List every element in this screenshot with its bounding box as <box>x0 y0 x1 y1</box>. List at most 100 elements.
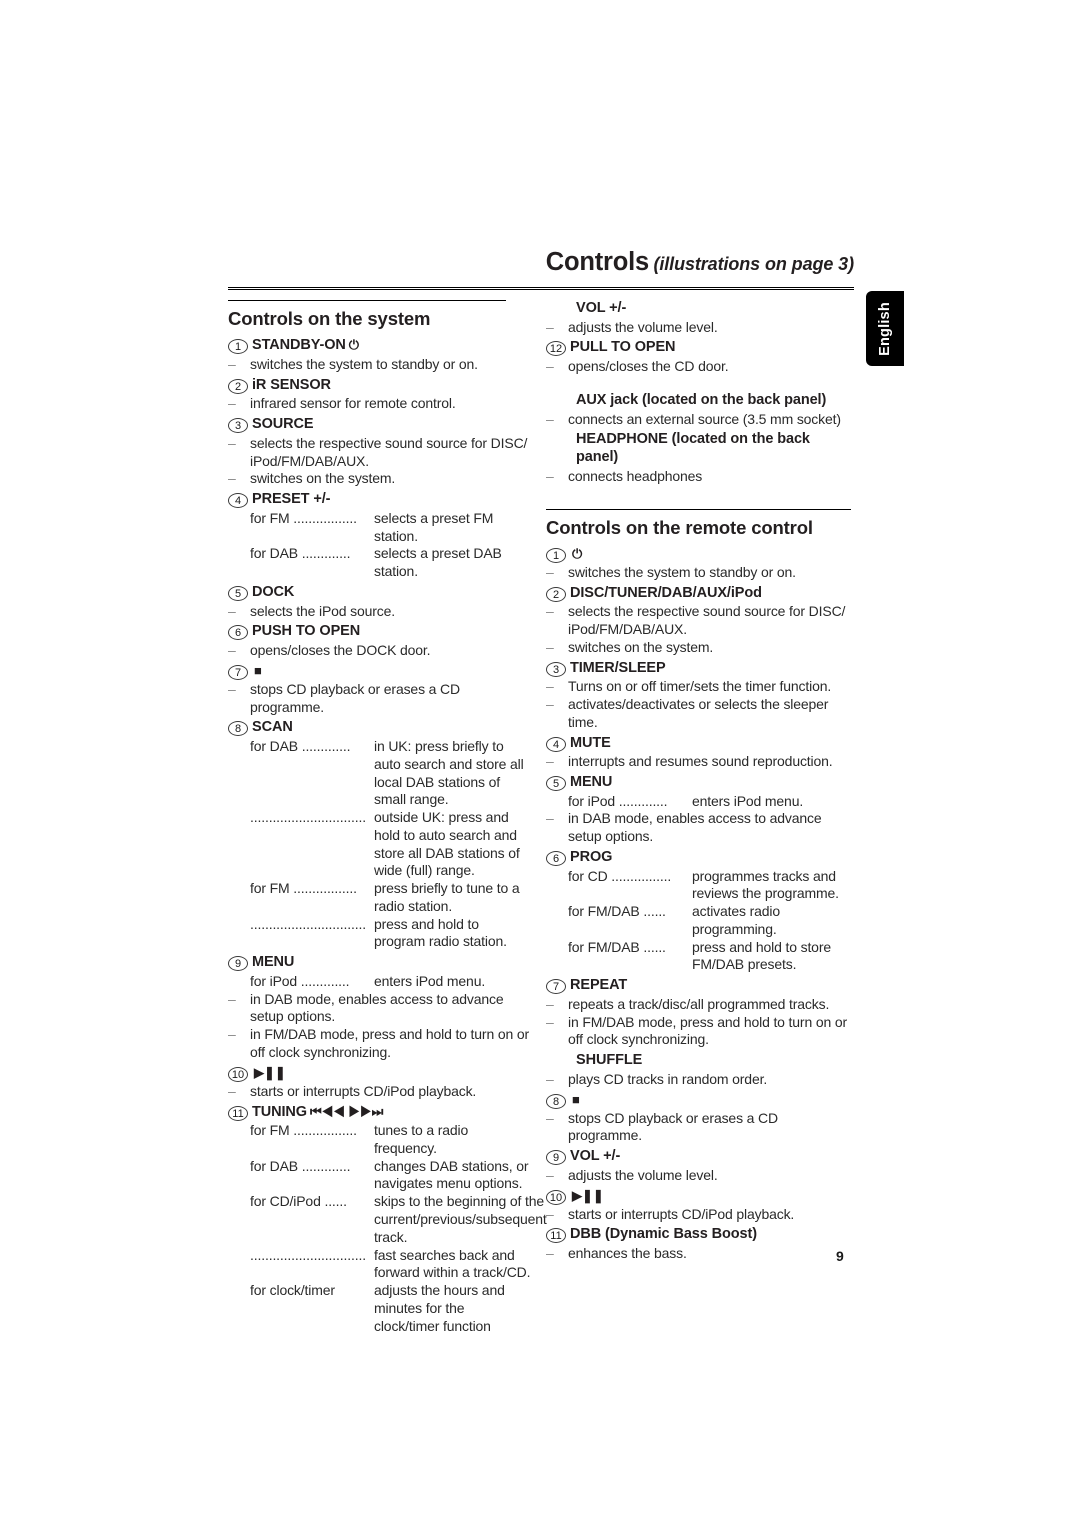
left-section-title: Controls on the system <box>228 308 431 329</box>
manual-page: Controls (illustrations on page 3) Engli… <box>0 0 1080 1528</box>
control-entry-header: 9 VOL +/- <box>546 1148 851 1166</box>
control-description: stops CD playback or erases a CD program… <box>568 1109 778 1144</box>
control-description: switches on the system. <box>250 470 396 487</box>
control-entry: 8 ■ – stops CD playback or erases a CD prog… <box>546 1092 851 1146</box>
control-description: selects the respective sound source for … <box>568 603 846 637</box>
control-entry: 2 DISC/TUNER/DAB/AUX/iPod – selects the res… <box>546 585 851 657</box>
control-label: MENU <box>570 773 613 790</box>
control-entry: VOL +/- – adjusts the volume level. <box>546 300 851 336</box>
dash-bullet-icon: – <box>228 355 236 372</box>
control-number-badge <box>546 302 566 317</box>
control-entry: 3 TIMER/SLEEP – Turns on or off timer/sets … <box>546 660 851 732</box>
control-description: starts or interrupts CD/iPod playback. <box>568 1205 795 1222</box>
control-bullet-row: – adjusts the volume level. <box>546 319 851 337</box>
control-leader-term: for FM/DAB ...... <box>568 938 666 955</box>
control-entry-header: 10 ▶❚❚ <box>546 1188 851 1205</box>
control-entry: AUX jack (located on the back panel) – con… <box>546 392 851 428</box>
control-entry: 6 PUSH TO OPEN – opens/closes the DOCK door… <box>228 623 533 659</box>
power-icon: ⏻ <box>572 545 583 561</box>
control-entry: 4 PRESET +/- for FM ................. selec… <box>228 491 533 581</box>
dash-bullet-icon: – <box>546 467 554 484</box>
control-number-badge: 6 <box>546 850 566 866</box>
control-leader-row: ............................... press and… <box>228 916 533 952</box>
control-entry-header: 2 iR SENSOR <box>228 377 533 395</box>
control-entry: 9 MENU for iPod ............. enters iPod m… <box>228 954 533 1062</box>
control-leader-description: fast searches back and forward within a … <box>374 1246 531 1281</box>
control-label: SOURCE <box>252 416 314 433</box>
control-leader-term: ............................... <box>250 1246 366 1263</box>
control-leader-term: for DAB ............. <box>250 545 351 562</box>
dash-bullet-icon: – <box>228 680 236 697</box>
control-entry-header: 3 SOURCE <box>228 416 533 434</box>
control-description: in FM/DAB mode, press and hold to turn o… <box>568 1013 847 1048</box>
dash-bullet-icon: – <box>546 603 554 620</box>
control-entry-header: 4 MUTE <box>546 735 851 753</box>
dash-bullet-icon: – <box>228 1082 236 1099</box>
control-entry: 12 PULL TO OPEN – opens/closes the CD door. <box>546 339 851 375</box>
dash-bullet-icon: – <box>546 810 554 827</box>
control-leader-description: outside UK: press and hold to auto searc… <box>374 809 520 879</box>
page-title: Controls <box>545 248 650 276</box>
control-label: PULL TO OPEN <box>570 339 676 356</box>
control-label: STANDBY-ON <box>252 337 346 354</box>
control-label: HEADPHONE (located on the back panel) <box>576 431 810 466</box>
control-description: switches on the system. <box>568 638 714 655</box>
control-bullet-row: – connects an external source (3.5 mm soc… <box>546 411 851 429</box>
control-leader-row: ............................... outside U… <box>228 809 533 880</box>
control-leader-term: ............................... <box>250 915 366 932</box>
system-controls-list: 1 STANDBY-ON ⏻ – switches the system to stan… <box>228 337 547 1335</box>
control-bullet-row: – interrupts and resumes sound reproducti… <box>546 753 851 771</box>
control-number-badge: 1 <box>546 547 566 563</box>
control-leader-row: for FM ................. press briefly to… <box>228 880 533 916</box>
control-leader-description: tunes to a radio frequency. <box>374 1122 469 1156</box>
control-entry-header: 5 DOCK <box>228 584 533 602</box>
control-bullet-row: – in FM/DAB mode, press and hold to turn … <box>546 1014 851 1050</box>
control-number-badge <box>546 394 566 409</box>
control-label: VOL +/- <box>570 1148 621 1165</box>
control-leader-term: for DAB ............. <box>250 1157 351 1174</box>
right-column: VOL +/- – adjusts the volume level. 12 PULL … <box>546 300 851 1266</box>
page-header: Controls (illustrations on page 3) <box>228 248 854 277</box>
control-leader-description: in UK: press briefly to auto search and … <box>374 738 524 808</box>
language-tab-label: English <box>877 301 893 356</box>
control-label: TUNING <box>252 1103 307 1120</box>
control-leader-row: for CD ................ programmes tracks… <box>546 868 851 904</box>
control-bullet-row: – Turns on or off timer/sets the timer fu… <box>546 678 851 696</box>
control-leader-term: for FM ................. <box>250 880 357 897</box>
column-gap <box>546 489 851 509</box>
control-entry-header: 8 SCAN <box>228 719 533 737</box>
control-number-badge: 8 <box>228 721 248 737</box>
control-bullet-row: – selects the respective sound source for… <box>228 435 533 471</box>
control-bullet-row: – connects headphones <box>546 468 851 486</box>
dash-bullet-icon: – <box>546 1070 554 1087</box>
control-number-badge: 10 <box>546 1189 566 1205</box>
control-number-badge: 11 <box>546 1228 566 1244</box>
left-column: Controls on the system 1 STANDBY-ON ⏻ – swit… <box>228 300 547 1338</box>
control-leader-row: for clock/timer adjusts the hours and min… <box>228 1282 533 1335</box>
control-label: MUTE <box>570 734 611 751</box>
control-entry: HEADPHONE (located on the back panel) – co… <box>546 431 851 485</box>
control-bullet-row: – in DAB mode, enables access to advance … <box>546 810 851 846</box>
control-entry: 2 iR SENSOR – infrared sensor for remote co… <box>228 377 533 413</box>
dash-bullet-icon: – <box>546 410 554 427</box>
control-label: VOL +/- <box>576 300 627 316</box>
control-leader-row: for iPod ............. enters iPod menu. <box>546 793 851 811</box>
control-entry-header: 3 TIMER/SLEEP <box>546 660 851 678</box>
dash-bullet-icon: – <box>228 395 236 412</box>
remote-controls-list: 1 ⏻ – switches the system to standby or on.… <box>546 546 851 1263</box>
control-bullet-row: – starts or interrupts CD/iPod playback. <box>228 1083 533 1101</box>
control-entry: 3 SOURCE – selects the respective sound sou… <box>228 416 533 488</box>
control-label: PUSH TO OPEN <box>252 623 361 640</box>
control-description: selects the respective sound source for … <box>250 434 528 469</box>
control-entry-header: 1 STANDBY-ON ⏻ <box>228 337 533 355</box>
control-label: MENU <box>252 954 295 971</box>
dash-bullet-icon: – <box>228 602 236 619</box>
control-leader-row: for FM ................. selects a preset… <box>228 510 533 546</box>
dash-bullet-icon: – <box>228 990 236 1007</box>
control-bullet-row: – stops CD playback or erases a CD progra… <box>228 681 533 717</box>
control-description: in FM/DAB mode, press and hold to turn o… <box>250 1026 529 1060</box>
control-bullet-row: – adjusts the volume level. <box>546 1167 851 1185</box>
control-entry: 5 DOCK – selects the iPod source. <box>228 584 533 620</box>
control-description: in DAB mode, enables access to advance s… <box>250 990 504 1025</box>
control-leader-description: enters iPod menu. <box>374 972 486 989</box>
